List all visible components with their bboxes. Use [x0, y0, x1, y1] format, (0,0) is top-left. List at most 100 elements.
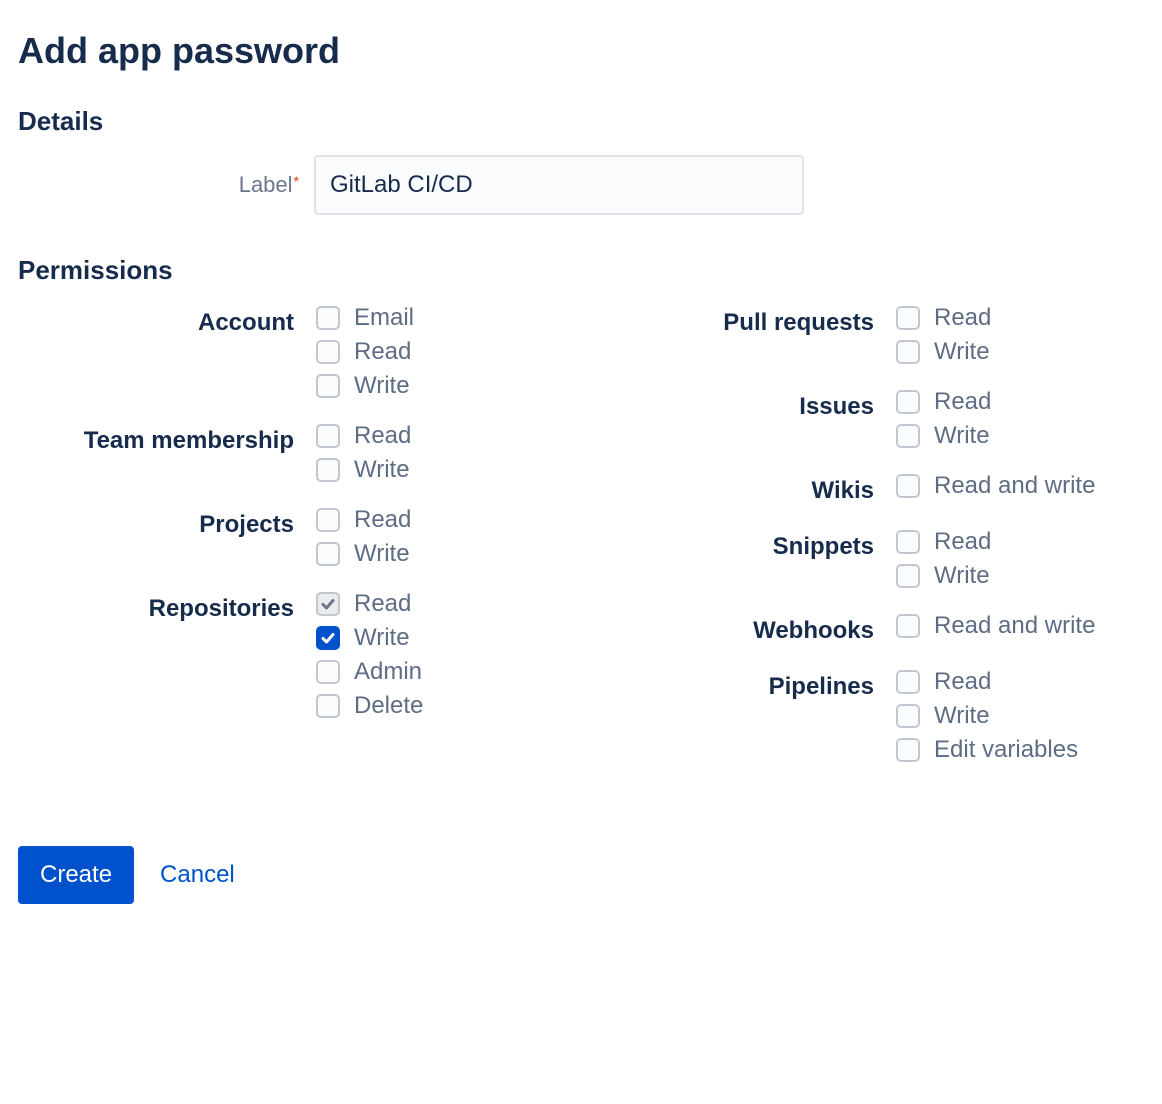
- checkbox-pipelines-write[interactable]: [896, 704, 920, 728]
- permission-group-projects: Projects Read Write: [18, 506, 566, 568]
- permission-group-account: Account Email Read Write: [18, 304, 566, 400]
- permission-options: Read and write: [896, 472, 1095, 506]
- label-input[interactable]: [314, 155, 804, 215]
- permission-option-label: Write: [934, 422, 990, 450]
- page-title: Add app password: [18, 30, 1144, 72]
- permission-option-account-write: Write: [316, 372, 414, 400]
- details-section-title: Details: [18, 106, 1144, 137]
- permission-options: Email Read Write: [316, 304, 414, 400]
- permission-option-label: Write: [354, 372, 410, 400]
- create-button[interactable]: Create: [18, 846, 134, 904]
- permission-option-wikis-read-and-write: Read and write: [896, 472, 1095, 500]
- permission-option-team-membership-read: Read: [316, 422, 411, 450]
- checkbox-repositories-delete[interactable]: [316, 694, 340, 718]
- required-asterisk-icon: *: [294, 173, 299, 189]
- permission-option-label: Read: [934, 668, 991, 696]
- permission-group-label: Wikis: [596, 472, 896, 506]
- permission-options: Read Write: [316, 506, 411, 568]
- permission-option-repositories-write: Write: [316, 624, 423, 652]
- permission-option-pipelines-write: Write: [896, 702, 1078, 730]
- permission-option-label: Read: [354, 506, 411, 534]
- checkbox-account-write[interactable]: [316, 374, 340, 398]
- checkbox-issues-write[interactable]: [896, 424, 920, 448]
- permission-option-account-read: Read: [316, 338, 414, 366]
- permission-option-label: Read and write: [934, 472, 1095, 500]
- checkbox-team-membership-write[interactable]: [316, 458, 340, 482]
- permissions-column-left: AccountEmailReadWriteTeam membershipRead…: [18, 304, 566, 786]
- permission-option-webhooks-read-and-write: Read and write: [896, 612, 1095, 640]
- permission-group-wikis: Wikis Read and write: [596, 472, 1144, 506]
- permission-group-label: Webhooks: [596, 612, 896, 646]
- permission-option-issues-read: Read: [896, 388, 991, 416]
- checkbox-projects-read[interactable]: [316, 508, 340, 532]
- checkbox-issues-read[interactable]: [896, 390, 920, 414]
- permission-option-label: Read: [934, 304, 991, 332]
- permissions-section-title: Permissions: [18, 255, 1144, 286]
- permission-option-repositories-read: Read: [316, 590, 423, 618]
- checkbox-pipelines-read[interactable]: [896, 670, 920, 694]
- permission-options: Read Write: [316, 422, 411, 484]
- label-field-row: Label*: [18, 155, 1144, 215]
- permission-group-label: Account: [18, 304, 316, 400]
- permission-option-label: Read: [354, 422, 411, 450]
- checkbox-wikis-read-and-write[interactable]: [896, 474, 920, 498]
- permission-group-label: Projects: [18, 506, 316, 568]
- permission-option-projects-read: Read: [316, 506, 411, 534]
- permission-option-label: Read: [354, 338, 411, 366]
- checkbox-pipelines-edit-variables[interactable]: [896, 738, 920, 762]
- permission-group-snippets: Snippets Read Write: [596, 528, 1144, 590]
- checkbox-pull-requests-read[interactable]: [896, 306, 920, 330]
- permissions-column-right: Pull requestsReadWriteIssuesReadWriteWik…: [596, 304, 1144, 786]
- permission-option-label: Write: [934, 338, 990, 366]
- permission-option-label: Write: [354, 456, 410, 484]
- permission-options: Read and write: [896, 612, 1095, 646]
- checkbox-projects-write[interactable]: [316, 542, 340, 566]
- permission-option-pull-requests-read: Read: [896, 304, 991, 332]
- permission-option-pull-requests-write: Write: [896, 338, 991, 366]
- permission-option-pipelines-read: Read: [896, 668, 1078, 696]
- checkbox-pull-requests-write[interactable]: [896, 340, 920, 364]
- permission-option-projects-write: Write: [316, 540, 411, 568]
- checkbox-repositories-read: [316, 592, 340, 616]
- footer: Create Cancel: [18, 846, 1144, 904]
- permission-option-label: Write: [934, 562, 990, 590]
- permissions-grid: AccountEmailReadWriteTeam membershipRead…: [18, 304, 1144, 786]
- permission-group-label: Pipelines: [596, 668, 896, 764]
- permission-option-pipelines-edit-variables: Edit variables: [896, 736, 1078, 764]
- permission-option-account-email: Email: [316, 304, 414, 332]
- permission-options: Read Write: [896, 528, 991, 590]
- permission-options: Read Write Edit variables: [896, 668, 1078, 764]
- permission-option-label: Read: [934, 388, 991, 416]
- permission-option-team-membership-write: Write: [316, 456, 411, 484]
- permission-option-repositories-delete: Delete: [316, 692, 423, 720]
- checkbox-account-read[interactable]: [316, 340, 340, 364]
- permission-option-label: Delete: [354, 692, 423, 720]
- permission-group-pull-requests: Pull requests Read Write: [596, 304, 1144, 366]
- permission-option-label: Email: [354, 304, 414, 332]
- label-field-label-text: Label: [239, 172, 293, 197]
- permission-option-label: Read and write: [934, 612, 1095, 640]
- checkbox-repositories-write[interactable]: [316, 626, 340, 650]
- permission-option-snippets-read: Read: [896, 528, 991, 556]
- label-field-label: Label*: [18, 172, 298, 198]
- checkbox-webhooks-read-and-write[interactable]: [896, 614, 920, 638]
- checkbox-snippets-read[interactable]: [896, 530, 920, 554]
- permission-option-repositories-admin: Admin: [316, 658, 423, 686]
- permission-group-label: Pull requests: [596, 304, 896, 366]
- permission-options: Read Write Admin Delete: [316, 590, 423, 720]
- permission-option-label: Read: [934, 528, 991, 556]
- permission-group-issues: IssuesReadWrite: [596, 388, 1144, 450]
- permission-group-webhooks: Webhooks Read and write: [596, 612, 1144, 646]
- permission-group-label: Team membership: [18, 422, 316, 484]
- checkbox-repositories-admin[interactable]: [316, 660, 340, 684]
- checkbox-team-membership-read[interactable]: [316, 424, 340, 448]
- permission-option-label: Admin: [354, 658, 422, 686]
- permission-group-label: Snippets: [596, 528, 896, 590]
- permission-option-label: Edit variables: [934, 736, 1078, 764]
- cancel-button[interactable]: Cancel: [160, 861, 235, 889]
- permission-group-team-membership: Team membership Read Write: [18, 422, 566, 484]
- checkbox-account-email[interactable]: [316, 306, 340, 330]
- permission-option-snippets-write: Write: [896, 562, 991, 590]
- checkbox-snippets-write[interactable]: [896, 564, 920, 588]
- permission-option-label: Write: [354, 624, 410, 652]
